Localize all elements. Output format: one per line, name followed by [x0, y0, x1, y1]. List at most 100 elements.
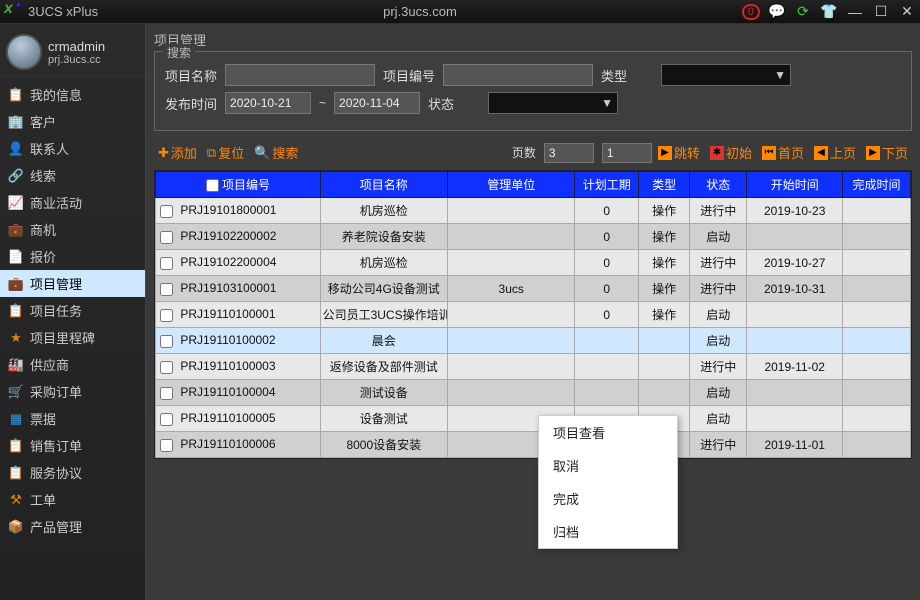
table-row[interactable]: PRJ191101000068000设备安装0操作进行中2019-11-01: [156, 432, 911, 458]
sync-icon[interactable]: ⟳: [794, 3, 812, 21]
row-checkbox[interactable]: [160, 231, 173, 244]
cell: 3ucs: [448, 276, 575, 302]
type-select[interactable]: ▼: [661, 64, 791, 86]
cell: 操作: [639, 250, 690, 276]
cell: PRJ19102200004: [156, 250, 321, 276]
row-checkbox[interactable]: [160, 205, 173, 218]
table-row[interactable]: PRJ19110100004测试设备启动: [156, 380, 911, 406]
status-select[interactable]: ▼: [488, 92, 618, 114]
row-checkbox[interactable]: [160, 257, 173, 270]
cell: [448, 224, 575, 250]
add-button[interactable]: ✚添加: [154, 141, 201, 164]
table-row[interactable]: PRJ19103100001移动公司4G设备测试3ucs0操作进行中2019-1…: [156, 276, 911, 302]
table-row[interactable]: PRJ19101800001机房巡检0操作进行中2019-10-23: [156, 198, 911, 224]
notification-badge[interactable]: 0: [742, 4, 760, 20]
chevron-down-icon: ▼: [601, 96, 613, 110]
page-current-input[interactable]: [602, 143, 652, 163]
sidebar-item-12[interactable]: ▦票据: [0, 405, 145, 432]
table-row[interactable]: PRJ19110100001公司员工3UCS操作培训0操作启动: [156, 302, 911, 328]
chevron-down-icon: ▼: [774, 68, 786, 82]
sidebar-item-11[interactable]: 🛒采购订单: [0, 378, 145, 405]
minimize-button[interactable]: —: [846, 3, 864, 21]
first-page-button[interactable]: ⏮首页: [758, 143, 808, 162]
close-button[interactable]: ✕: [898, 3, 916, 21]
cell: 2019-10-27: [747, 250, 843, 276]
project-code-input[interactable]: [443, 64, 593, 86]
sidebar-item-9[interactable]: ★项目里程碑: [0, 324, 145, 351]
pages-total-input[interactable]: [544, 143, 594, 163]
sidebar-item-6[interactable]: 📄报价: [0, 243, 145, 270]
sidebar-item-4[interactable]: 📈 商业活动: [0, 189, 145, 216]
date-to-input[interactable]: [334, 92, 420, 114]
context-menu: 项目查看取消完成归档: [538, 415, 678, 549]
context-menu-item-3[interactable]: 归档: [539, 515, 677, 548]
context-menu-item-0[interactable]: 项目查看: [539, 416, 677, 449]
sidebar-item-14[interactable]: 📋服务协议: [0, 459, 145, 486]
jump-button[interactable]: ▶跳转: [654, 143, 704, 162]
row-checkbox[interactable]: [160, 361, 173, 374]
row-checkbox[interactable]: [160, 413, 173, 426]
sidebar-item-16[interactable]: 📦产品管理: [0, 513, 145, 540]
row-checkbox[interactable]: [160, 309, 173, 322]
prev-page-button[interactable]: ◀上页: [810, 143, 860, 162]
chat-icon[interactable]: 💬: [768, 3, 786, 21]
shirt-icon[interactable]: 👕: [820, 3, 838, 21]
sidebar-item-2[interactable]: 👤联系人: [0, 135, 145, 162]
search-button[interactable]: 🔍搜索: [250, 141, 302, 164]
select-all-checkbox[interactable]: [206, 179, 219, 192]
cell: [842, 198, 910, 224]
user-block[interactable]: crmadmin prj.3ucs.cc: [0, 28, 145, 77]
row-checkbox[interactable]: [160, 335, 173, 348]
cell: [842, 354, 910, 380]
sidebar-item-label: 商业活动: [30, 193, 82, 212]
cell: [448, 328, 575, 354]
row-checkbox[interactable]: [160, 439, 173, 452]
col-header-5[interactable]: 状态: [690, 172, 747, 198]
menu-icon: 📈: [8, 195, 24, 211]
sidebar-item-15[interactable]: ⚒工单: [0, 486, 145, 513]
sidebar-item-8[interactable]: 📋项目任务: [0, 297, 145, 324]
col-header-1[interactable]: 项目名称: [320, 172, 447, 198]
col-header-2[interactable]: 管理单位: [448, 172, 575, 198]
col-header-6[interactable]: 开始时间: [747, 172, 843, 198]
date-from-input[interactable]: [225, 92, 311, 114]
table-row[interactable]: PRJ19110100002晨会启动: [156, 328, 911, 354]
table-row[interactable]: PRJ19102200002养老院设备安装0操作启动: [156, 224, 911, 250]
toolbar: ✚添加 ⧉复位 🔍搜索 页数 ▶跳转 ✱初始 ⏮首页 ◀上页 ▶下页: [154, 141, 912, 164]
sidebar-item-13[interactable]: 📋销售订单: [0, 432, 145, 459]
context-menu-item-1[interactable]: 取消: [539, 449, 677, 482]
cell: 启动: [690, 380, 747, 406]
maximize-button[interactable]: ☐: [872, 3, 890, 21]
cell: 进行中: [690, 432, 747, 458]
cell: 进行中: [690, 276, 747, 302]
cell: 设备测试: [320, 406, 447, 432]
project-name-input[interactable]: [225, 64, 375, 86]
jump-icon: ▶: [658, 146, 672, 160]
sidebar-item-3[interactable]: 🔗线索: [0, 162, 145, 189]
table-row[interactable]: PRJ19110100005设备测试启动: [156, 406, 911, 432]
cell: [639, 328, 690, 354]
init-button[interactable]: ✱初始: [706, 143, 756, 162]
sidebar-item-0[interactable]: 📋我的信息: [0, 81, 145, 108]
sidebar-item-10[interactable]: 🏭供应商: [0, 351, 145, 378]
table-row[interactable]: PRJ19102200004机房巡检0操作进行中2019-10-27: [156, 250, 911, 276]
col-header-4[interactable]: 类型: [639, 172, 690, 198]
context-menu-item-2[interactable]: 完成: [539, 482, 677, 515]
cell: 机房巡检: [320, 250, 447, 276]
label-type: 类型: [601, 66, 653, 85]
col-header-3[interactable]: 计划工期: [575, 172, 639, 198]
sidebar-item-1[interactable]: 🏢客户: [0, 108, 145, 135]
sidebar-item-5[interactable]: 💼商机: [0, 216, 145, 243]
table-row[interactable]: PRJ19110100003返修设备及部件测试进行中2019-11-02: [156, 354, 911, 380]
cell: 操作: [639, 276, 690, 302]
col-header-0[interactable]: 项目编号: [156, 172, 321, 198]
col-header-7[interactable]: 完成时间: [842, 172, 910, 198]
sidebar-item-label: 票据: [30, 409, 56, 428]
next-page-button[interactable]: ▶下页: [862, 143, 912, 162]
cell: [639, 380, 690, 406]
sidebar-item-7[interactable]: 💼项目管理: [0, 270, 145, 297]
menu-icon: 📄: [8, 249, 24, 265]
row-checkbox[interactable]: [160, 283, 173, 296]
reset-button[interactable]: ⧉复位: [203, 141, 248, 164]
row-checkbox[interactable]: [160, 387, 173, 400]
